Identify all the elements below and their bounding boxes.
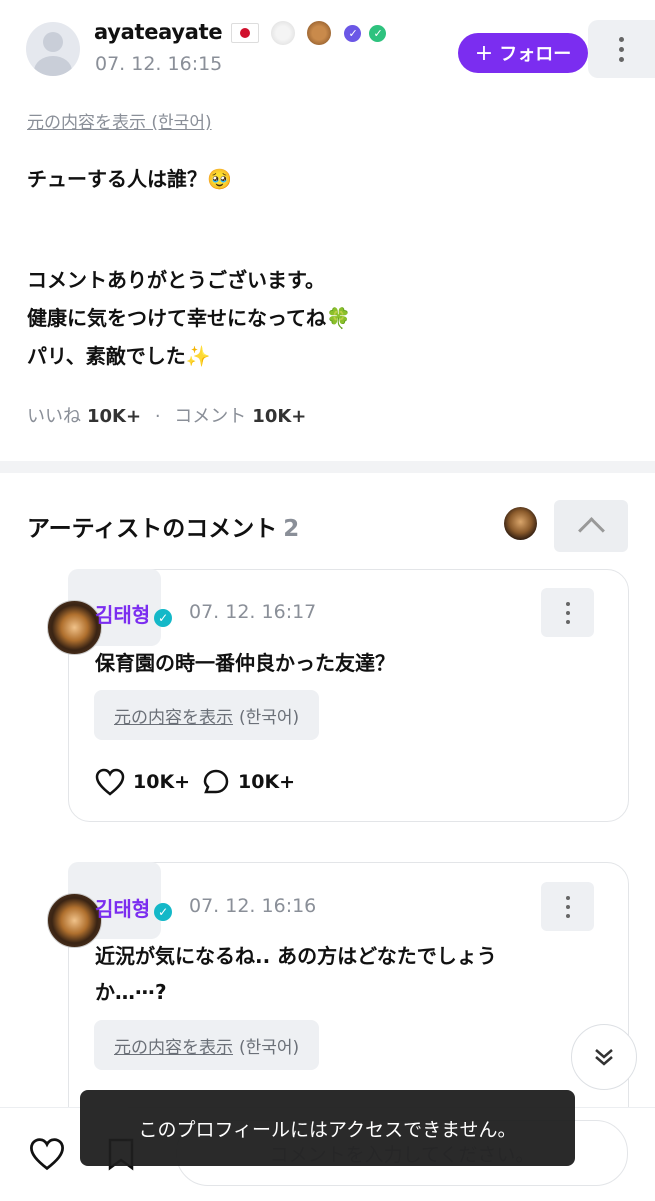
artist-avatar-small (504, 507, 537, 540)
toast-message: このプロフィールにはアクセスできません。 (80, 1090, 575, 1166)
comment-like-button[interactable]: 10K+ (95, 768, 190, 796)
post-line-5: パリ、素敵でした✨ (27, 344, 211, 368)
stats-separator: · (154, 406, 161, 427)
verified-icon: ✓ (154, 902, 173, 921)
post-author[interactable]: ayateayate ✓ ✓ (94, 20, 387, 45)
comment-text: 保育園の時一番仲良かった友達？ (95, 651, 395, 675)
scroll-to-bottom-button[interactable] (571, 1024, 637, 1090)
comment-text-line-2: か…⋯? (95, 980, 167, 1004)
likes-label: いいね (27, 406, 81, 427)
collapse-button[interactable] (554, 500, 628, 552)
post-line-3: コメントありがとうございます。 (27, 268, 325, 292)
plus-icon: + (474, 40, 494, 66)
follow-button[interactable]: + フォロー (458, 33, 588, 73)
section-divider (0, 461, 655, 473)
artist-name[interactable]: 김태형 (95, 897, 150, 921)
japan-flag-icon (231, 23, 260, 43)
comment-text-line-1: 近況が気になるね.. あの方はどなたでしょう (95, 944, 497, 968)
user-avatar[interactable] (26, 22, 80, 76)
post-line-4: 健康に気をつけて幸せになってね🍀 (27, 306, 351, 330)
artist-comments-title-text: アーティストのコメント (27, 516, 278, 542)
comment-more-button[interactable] (541, 882, 594, 931)
likes-count: 10K+ (87, 406, 142, 427)
artist-comments-title: アーティストのコメント 2 (27, 509, 299, 543)
artist-avatar[interactable] (47, 600, 102, 655)
verified-icon: ✓ (154, 608, 173, 627)
double-chevron-down-icon (595, 1049, 613, 1066)
original-language: (한국어) (239, 707, 300, 728)
post-timestamp: 07. 12. 16:15 (95, 53, 223, 75)
comment-author[interactable]: 김태형 ✓ (95, 893, 173, 922)
follow-label: フォロー (499, 44, 572, 65)
artist-comments-count: 2 (283, 516, 300, 542)
comment-time: 07. 12. 16:16 (189, 895, 317, 917)
membership-badge-icon-2: ✓ (369, 24, 387, 42)
heart-icon (30, 1138, 64, 1171)
comment-reply-count: 10K+ (238, 771, 296, 793)
show-original-label: 元の内容を表示 (114, 707, 233, 728)
membership-badge-icon: ✓ (344, 24, 362, 42)
artist-avatar[interactable] (47, 893, 102, 948)
post-stats: いいね 10K+ · コメント 10K+ (27, 402, 306, 428)
post-more-button[interactable] (588, 20, 655, 78)
more-vertical-icon (565, 601, 570, 624)
comment-author[interactable]: 김태형 ✓ (95, 599, 173, 628)
artist-name[interactable]: 김태형 (95, 603, 150, 627)
show-original-label: 元の内容を表示 (114, 1037, 233, 1058)
heart-icon (95, 768, 125, 796)
comment-like-count: 10K+ (133, 771, 191, 793)
comment-more-button[interactable] (541, 588, 594, 637)
show-original-button[interactable]: 元の内容を表示 (한국어) (94, 1020, 320, 1070)
more-vertical-icon (619, 36, 624, 62)
comments-label: コメント (174, 406, 247, 427)
comment-time: 07. 12. 16:17 (189, 601, 317, 623)
chevron-up-icon (577, 516, 605, 544)
username-text[interactable]: ayateayate (94, 20, 223, 44)
comment-reply-button[interactable]: 10K+ (202, 768, 295, 796)
show-original-link[interactable]: 元の内容を表示 (한국어) (27, 108, 212, 133)
post-line-1: チューする人は誰？🥹 (27, 167, 232, 191)
like-post-button[interactable] (29, 1137, 65, 1175)
rabbit-emoji-icon (271, 21, 296, 45)
show-original-button[interactable]: 元の内容を表示 (한국어) (94, 690, 320, 740)
more-vertical-icon (565, 895, 570, 918)
original-language: (한국어) (239, 1037, 300, 1058)
comments-count: 10K+ (252, 406, 307, 427)
bear-emoji-icon (307, 21, 332, 45)
reply-bubble-icon (203, 769, 229, 794)
